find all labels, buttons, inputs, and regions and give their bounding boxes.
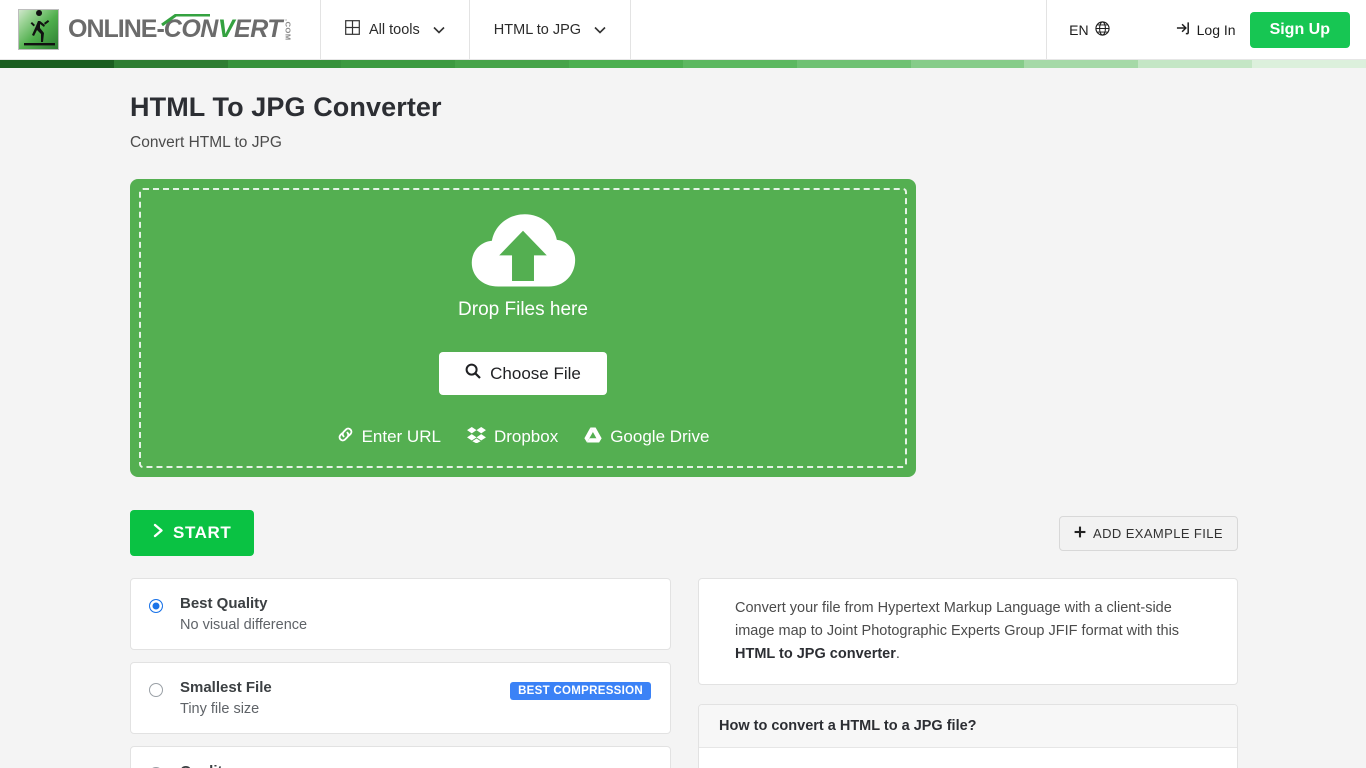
dropbox-icon <box>466 426 486 448</box>
logo-word-v: V <box>217 15 235 43</box>
language-selector[interactable]: EN <box>1069 20 1131 39</box>
logo-dotcom: .COM <box>283 19 293 41</box>
strip-segment-3 <box>227 60 342 68</box>
strip-segment-12 <box>1252 60 1366 68</box>
info-bold: HTML to JPG converter <box>735 645 896 662</box>
choose-file-button[interactable]: Choose File <box>439 352 607 395</box>
google-drive-label: Google Drive <box>610 427 710 446</box>
add-example-file-button[interactable]: ADD EXAMPLE FILE <box>1059 515 1238 551</box>
option-best-quality-title: Best Quality <box>180 595 268 612</box>
option-smallest-file[interactable]: Smallest File Tiny file size BEST COMPRE… <box>130 662 671 734</box>
dropzone-label: Drop Files here <box>458 299 588 320</box>
nav-html-to-jpg-label: HTML to JPG <box>493 21 582 38</box>
strip-segment-8 <box>796 60 911 68</box>
info-column: Convert your file from Hypertext Markup … <box>698 578 1238 768</box>
login-label: Log In <box>1196 21 1236 38</box>
quality-options-column: Best Quality No visual difference Smalle… <box>130 578 671 768</box>
option-best-quality-sub: No visual difference <box>180 617 308 633</box>
converter-description-card: Convert your file from Hypertext Markup … <box>698 578 1238 686</box>
option-smallest-file-title: Smallest File <box>180 679 272 696</box>
strip-segment-4 <box>341 60 456 68</box>
file-dropzone[interactable]: Drop Files here Choose File Enter URL Dr… <box>130 179 916 477</box>
login-button[interactable]: Log In <box>1176 21 1236 38</box>
logo-word-online: ONLINE- <box>68 15 165 43</box>
chevron-right-icon <box>153 523 164 543</box>
header-right-group: EN Log In Sign Up <box>1046 0 1366 59</box>
site-header: ONLINE-CONVERT .COM All tools HTML to JP… <box>0 0 1366 60</box>
strip-segment-6 <box>569 60 683 68</box>
logo-wordmark: ONLINE-CONVERT <box>68 14 283 43</box>
cloud-services-row: Enter URL Dropbox Google Drive <box>337 426 709 448</box>
strip-segment-10 <box>1024 60 1139 68</box>
enter-url-label: Enter URL <box>361 427 441 446</box>
page-subtitle: Convert HTML to JPG <box>130 134 282 151</box>
option-smallest-file-sub: Tiny file size <box>180 701 260 717</box>
start-button[interactable]: START <box>130 510 255 556</box>
strip-segment-7 <box>682 60 797 68</box>
logo-word-ert: ERT <box>234 15 283 43</box>
start-label: START <box>173 523 232 542</box>
login-arrow-icon <box>1176 21 1191 38</box>
info-period: . <box>895 645 900 662</box>
chevron-down-icon <box>433 23 445 37</box>
howto-body: Choose the HTML file you want to convert… <box>699 748 1237 768</box>
bottom-columns: Best Quality No visual difference Smalle… <box>130 578 1238 768</box>
plus-icon <box>1074 526 1086 541</box>
strip-segment-1 <box>0 60 114 68</box>
add-example-file-label: ADD EXAMPLE FILE <box>1093 525 1223 541</box>
radio-best-quality[interactable] <box>149 599 163 613</box>
language-label: EN <box>1069 21 1089 38</box>
nav-all-tools-label: All tools <box>369 21 420 38</box>
link-icon <box>337 426 354 448</box>
howto-heading: How to convert a HTML to a JPG file? <box>699 705 1237 749</box>
howto-card: How to convert a HTML to a JPG file? Cho… <box>698 704 1238 768</box>
option-quality[interactable]: Quality:i Decide which quality the resul… <box>130 746 671 768</box>
enter-url-link[interactable]: Enter URL <box>337 426 441 448</box>
dropbox-link[interactable]: Dropbox <box>466 426 559 448</box>
google-drive-link[interactable]: Google Drive <box>584 427 709 448</box>
google-drive-icon <box>584 427 602 448</box>
strip-segment-9 <box>910 60 1025 68</box>
cloud-upload-icon <box>468 206 578 292</box>
site-logo[interactable]: ONLINE-CONVERT .COM <box>0 0 320 59</box>
option-quality-title: Quality: <box>180 763 236 768</box>
logo-check-accent <box>161 14 210 26</box>
search-icon <box>465 363 481 384</box>
globe-icon <box>1095 20 1110 39</box>
radio-smallest-file[interactable] <box>149 683 163 697</box>
grid-icon <box>345 20 360 39</box>
status-badge: BEST COMPRESSION <box>510 682 651 700</box>
nav-html-to-jpg[interactable]: HTML to JPG <box>468 0 630 59</box>
option-best-quality[interactable]: Best Quality No visual difference <box>130 578 671 650</box>
dropbox-label: Dropbox <box>493 427 559 446</box>
dropzone-inner: Drop Files here Choose File Enter URL Dr… <box>139 188 907 468</box>
info-line-2: image map to Joint Photographic Experts … <box>735 622 1180 639</box>
signup-button[interactable]: Sign Up <box>1249 11 1350 48</box>
strip-segment-5 <box>455 60 570 68</box>
strip-segment-2 <box>113 60 228 68</box>
page-title: HTML To JPG Converter <box>130 92 442 122</box>
action-row: START ADD EXAMPLE FILE <box>130 510 1238 556</box>
strip-segment-11 <box>1138 60 1253 68</box>
runner-logo-icon <box>18 9 59 50</box>
info-line-1: Convert your file from Hypertext Markup … <box>735 600 1172 616</box>
chevron-down-icon <box>594 23 606 37</box>
choose-file-label: Choose File <box>490 363 581 383</box>
nav-all-tools[interactable]: All tools <box>320 0 469 59</box>
header-spacer <box>630 0 1046 59</box>
page-content: HTML To JPG Converter Convert HTML to JP… <box>0 92 1366 768</box>
color-progress-strip <box>0 60 1366 68</box>
